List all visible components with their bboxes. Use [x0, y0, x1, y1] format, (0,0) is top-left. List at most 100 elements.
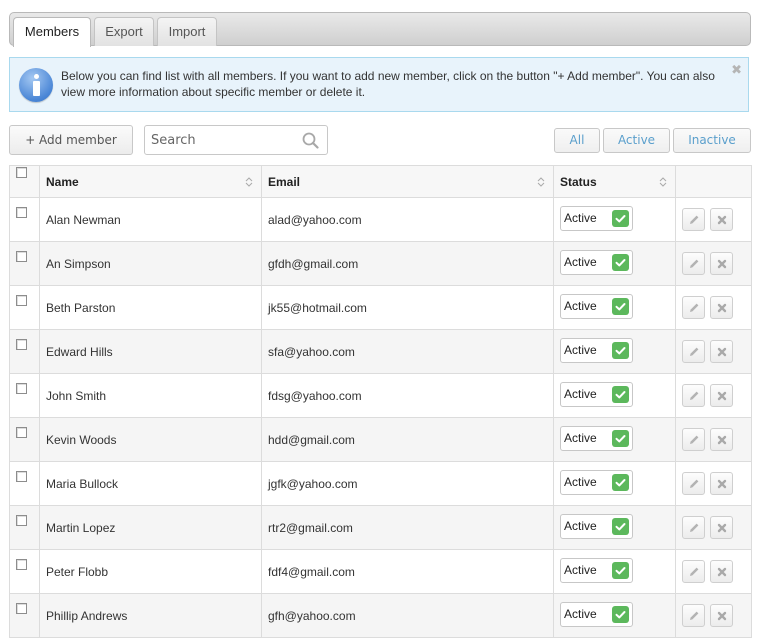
status-select[interactable]: Active	[560, 513, 633, 539]
member-email: gfh@yahoo.com	[261, 593, 554, 638]
edit-button[interactable]	[682, 604, 705, 627]
search-input[interactable]	[145, 126, 295, 154]
filter-active-button[interactable]: Active	[603, 128, 670, 153]
member-email: gfdh@gmail.com	[261, 241, 554, 286]
status-label: Active	[564, 606, 597, 621]
status-select[interactable]: Active	[560, 469, 633, 495]
header-status-label: Status	[560, 174, 597, 189]
add-member-button[interactable]: + Add member	[9, 125, 133, 155]
delete-button[interactable]	[710, 296, 734, 319]
tab-import[interactable]: Import	[157, 17, 217, 46]
delete-button[interactable]	[710, 340, 734, 363]
row-checkbox[interactable]	[16, 602, 27, 614]
edit-button[interactable]	[682, 296, 705, 319]
status-select[interactable]: Active	[560, 381, 633, 407]
pencil-icon	[690, 303, 699, 312]
member-email: jgfk@yahoo.com	[261, 461, 554, 506]
status-cell: Active	[553, 285, 676, 330]
status-select[interactable]: Active	[560, 337, 633, 363]
tab-members[interactable]: Members	[13, 17, 91, 47]
member-name: Alan Newman	[39, 197, 262, 242]
check-icon	[612, 517, 629, 535]
member-name: Beth Parston	[39, 285, 262, 330]
row-checkbox[interactable]	[16, 206, 27, 218]
edit-button[interactable]	[682, 472, 705, 495]
row-checkbox[interactable]	[16, 470, 27, 482]
status-label: Active	[564, 474, 597, 489]
status-select[interactable]: Active	[560, 557, 633, 583]
member-name: An Simpson	[39, 241, 262, 286]
delete-button[interactable]	[710, 428, 734, 451]
pencil-icon	[690, 567, 699, 576]
status-label: Active	[564, 342, 597, 357]
edit-button[interactable]	[682, 516, 705, 539]
delete-button[interactable]	[710, 560, 734, 583]
edit-button[interactable]	[682, 384, 705, 407]
check-icon	[612, 341, 629, 359]
status-cell: Active	[553, 197, 676, 242]
edit-button[interactable]	[682, 208, 705, 231]
table-row: John Smith fdsg@yahoo.com Active	[9, 373, 752, 418]
table-header-row: Name Email Status	[9, 165, 752, 198]
member-email: alad@yahoo.com	[261, 197, 554, 242]
alert-message: Below you can find list with all members…	[61, 69, 715, 99]
member-email: fdf4@gmail.com	[261, 549, 554, 594]
row-checkbox[interactable]	[16, 250, 27, 262]
status-select[interactable]: Active	[560, 249, 633, 275]
status-select[interactable]: Active	[560, 293, 633, 319]
status-cell: Active	[553, 461, 676, 506]
tab-export[interactable]: Export	[94, 17, 154, 46]
row-checkbox[interactable]	[16, 426, 27, 438]
pencil-icon	[690, 347, 699, 356]
delete-button[interactable]	[710, 208, 734, 231]
status-select[interactable]: Active	[560, 601, 633, 627]
edit-button[interactable]	[682, 340, 705, 363]
status-cell: Active	[553, 241, 676, 286]
header-name[interactable]: Name	[39, 165, 262, 198]
header-select-all	[9, 165, 40, 198]
check-icon	[612, 297, 629, 315]
close-icon[interactable]: ✖	[731, 62, 742, 78]
table-row: Martin Lopez rtr2@gmail.com Active	[9, 505, 752, 550]
actions-cell	[675, 329, 752, 374]
sort-icon[interactable]	[537, 176, 545, 188]
row-select-cell	[9, 241, 40, 286]
filter-inactive-button[interactable]: Inactive	[673, 128, 751, 153]
member-name: Kevin Woods	[39, 417, 262, 462]
member-email: hdd@gmail.com	[261, 417, 554, 462]
status-cell: Active	[553, 593, 676, 638]
filter-all-button[interactable]: All	[554, 128, 600, 153]
select-all-checkbox[interactable]	[16, 166, 27, 178]
sort-icon[interactable]	[659, 176, 667, 188]
row-checkbox[interactable]	[16, 514, 27, 526]
row-checkbox[interactable]	[16, 558, 27, 570]
delete-button[interactable]	[710, 252, 734, 275]
delete-button[interactable]	[710, 384, 734, 407]
edit-button[interactable]	[682, 428, 705, 451]
table-row: Kevin Woods hdd@gmail.com Active	[9, 417, 752, 462]
row-checkbox[interactable]	[16, 294, 27, 306]
status-cell: Active	[553, 329, 676, 374]
edit-button[interactable]	[682, 560, 705, 583]
edit-button[interactable]	[682, 252, 705, 275]
status-select[interactable]: Active	[560, 205, 633, 231]
row-select-cell	[9, 461, 40, 506]
search-icon[interactable]	[302, 132, 319, 149]
table-row: Alan Newman alad@yahoo.com Active	[9, 197, 752, 242]
row-checkbox[interactable]	[16, 338, 27, 350]
header-status[interactable]: Status	[553, 165, 676, 198]
member-name: Martin Lopez	[39, 505, 262, 550]
sort-icon[interactable]	[245, 176, 253, 188]
delete-button[interactable]	[710, 516, 734, 539]
row-checkbox[interactable]	[16, 382, 27, 394]
actions-cell	[675, 549, 752, 594]
table-row: Phillip Andrews gfh@yahoo.com Active	[9, 593, 752, 638]
delete-button[interactable]	[710, 472, 734, 495]
status-label: Active	[564, 562, 597, 577]
delete-button[interactable]	[710, 604, 734, 627]
pencil-icon	[690, 435, 699, 444]
row-select-cell	[9, 549, 40, 594]
status-select[interactable]: Active	[560, 425, 633, 451]
close-icon	[718, 347, 727, 357]
header-email[interactable]: Email	[261, 165, 554, 198]
